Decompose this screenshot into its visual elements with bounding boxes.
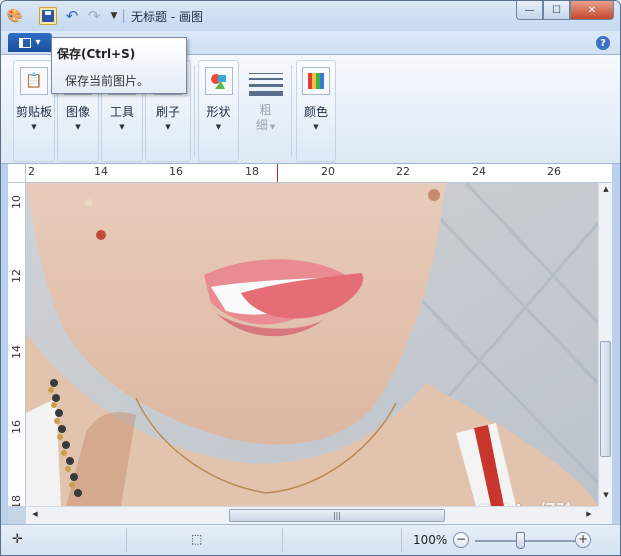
line-size-icon	[248, 73, 283, 100]
save-tooltip: 保存(Ctrl+S) 保存当前图片。	[51, 37, 187, 94]
chevron-down-icon: ▼	[31, 123, 37, 131]
vertical-scrollbar[interactable]: ▲ ▼	[598, 183, 612, 506]
chevron-down-icon: ▼	[75, 123, 81, 131]
line-size-group[interactable]: 粗 细 ▼	[243, 60, 288, 162]
paint-app-icon[interactable]: 🎨	[6, 7, 24, 25]
tooltip-title: 保存(Ctrl+S)	[57, 47, 136, 61]
brush-label: 刷子	[155, 105, 180, 119]
title-bar: 🎨 ↶ ↷ ▼ 无标题 - 画图 — ☐ ✕	[1, 1, 620, 31]
horizontal-ruler: 2 14 16 18 20 22 24 26	[26, 164, 612, 183]
ruler-label: 18	[10, 495, 23, 506]
ruler-label: 16	[10, 420, 23, 434]
title-separator	[123, 9, 124, 23]
chevron-down-icon: ▼	[313, 123, 319, 131]
status-bar: ✛ ⬚ 100% − +	[1, 524, 620, 555]
ruler-label: 2	[28, 165, 35, 178]
zoom-in-button[interactable]: +	[575, 532, 591, 548]
status-divider	[126, 528, 127, 552]
clipboard-icon: 📋	[20, 67, 48, 95]
undo-icon[interactable]: ↶	[63, 7, 81, 25]
shapes-icon	[204, 67, 233, 95]
ruler-label: 22	[396, 165, 410, 178]
ruler-label: 16	[169, 165, 183, 178]
scroll-left-icon[interactable]: ◀	[28, 510, 42, 518]
shapes-group[interactable]: 形状 ▼	[198, 60, 239, 162]
scroll-up-icon[interactable]: ▲	[599, 185, 613, 193]
tools-label: 工具	[109, 105, 134, 119]
redo-icon[interactable]: ↷	[85, 7, 103, 25]
zoom-slider-thumb[interactable]	[516, 532, 525, 549]
shapes-label: 形状	[206, 105, 231, 119]
ribbon-separator	[291, 65, 292, 157]
chevron-down-icon: ▼	[165, 123, 171, 131]
ruler-cursor-marker	[277, 164, 278, 182]
chevron-down-icon: ▾	[35, 37, 41, 48]
clipboard-label: 剪贴板	[15, 105, 52, 119]
canvas-photo	[26, 183, 598, 506]
ruler-corner	[8, 164, 26, 183]
colors-label: 颜色	[303, 105, 328, 119]
status-divider	[401, 528, 402, 552]
status-divider	[282, 528, 283, 552]
horizontal-scrollbar[interactable]: ◀ ||| ▶	[26, 506, 598, 524]
ruler-label: 24	[472, 165, 486, 178]
chevron-down-icon: ▼	[119, 123, 125, 131]
app-menu-button[interactable]: ▾	[8, 33, 52, 52]
ruler-label: 12	[10, 269, 23, 283]
zoom-slider-track[interactable]	[475, 540, 575, 542]
ruler-label: 14	[10, 345, 23, 359]
colors-icon	[302, 67, 330, 95]
colors-group[interactable]: 颜色 ▼	[296, 60, 336, 162]
line-size-label-1: 粗	[259, 103, 272, 117]
window-controls: — ☐ ✕	[516, 1, 614, 20]
selection-size-icon: ⬚	[191, 532, 203, 546]
ribbon-separator	[194, 65, 195, 157]
maximize-button[interactable]: ☐	[543, 1, 570, 20]
zoom-out-button[interactable]: −	[453, 532, 469, 548]
document-icon	[19, 37, 32, 48]
drawing-canvas[interactable]	[26, 183, 598, 506]
ruler-label: 14	[94, 165, 108, 178]
position-icon: ✛	[12, 532, 23, 547]
ruler-label: 26	[547, 165, 561, 178]
vertical-scroll-thumb[interactable]	[600, 341, 611, 457]
image-label: 图像	[65, 105, 90, 119]
paint-window: 🎨 ↶ ↷ ▼ 无标题 - 画图 — ☐ ✕ ▾ ? 📋 剪贴板 ▼ 图像 ▼	[0, 0, 621, 556]
scrollbar-corner	[598, 506, 612, 524]
customize-dropdown-icon[interactable]: ▼	[105, 7, 123, 25]
scroll-right-icon[interactable]: ▶	[582, 510, 596, 518]
line-size-label-2: 细	[255, 118, 268, 132]
scroll-down-icon[interactable]: ▼	[599, 491, 613, 499]
minimize-button[interactable]: —	[516, 1, 543, 20]
save-icon[interactable]	[39, 7, 57, 25]
close-button[interactable]: ✕	[570, 1, 614, 20]
chevron-down-icon: ▼	[215, 123, 222, 131]
tooltip-description: 保存当前图片。	[65, 74, 150, 88]
line-size-label: 粗 细 ▼	[244, 103, 287, 135]
help-icon[interactable]: ?	[596, 36, 610, 50]
clipboard-group[interactable]: 📋 剪贴板 ▼	[13, 60, 55, 162]
ruler-label: 20	[321, 165, 335, 178]
chevron-down-icon: ▼	[267, 123, 276, 131]
horizontal-scroll-thumb[interactable]: |||	[229, 509, 445, 522]
vertical-ruler: 10 12 14 16 18	[8, 183, 26, 506]
window-title: 无标题 - 画图	[131, 10, 203, 24]
ruler-label: 18	[245, 165, 259, 178]
zoom-level: 100%	[413, 533, 448, 547]
ruler-label: 10	[10, 195, 23, 209]
